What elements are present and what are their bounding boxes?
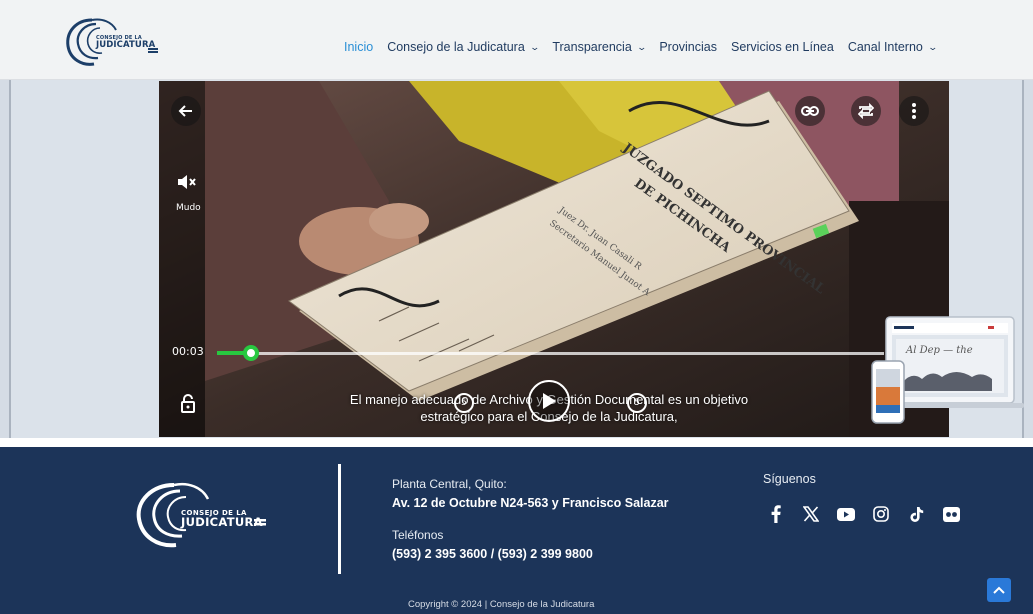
nav-item-transparencia[interactable]: Transparencia ⌄ [552,40,647,54]
play-button[interactable] [528,380,570,422]
chevron-down-icon: ⌄ [636,41,647,52]
progress-track[interactable] [217,352,884,355]
devices-promo-image[interactable]: Al Dep — the [868,313,1024,426]
youtube-icon[interactable] [837,505,855,523]
lock-icon[interactable] [173,389,203,419]
mute-icon[interactable] [171,167,201,197]
social-links [767,505,960,523]
flickr-icon[interactable] [942,505,960,523]
nav-item-inicio[interactable]: Inicio [344,40,373,54]
back-arrow-icon[interactable] [171,96,201,126]
video-left-controls-band [159,81,205,437]
video-player[interactable]: JUZGADO SEPTIMO PROVINCIAL DE PICHINCHA … [159,81,949,437]
tiktok-icon[interactable] [907,505,925,523]
main-nav: Inicio Consejo de la Judicatura ⌄ Transp… [344,40,938,54]
svg-text:Al Dep — the: Al Dep — the [905,345,973,356]
phones-label: Teléfonos [392,528,444,542]
play-icon [543,393,556,409]
more-vertical-icon[interactable] [899,96,929,126]
header-logo[interactable]: CONSEJO DE LA JUDICATURA [62,14,172,70]
skip-back-button[interactable]: 5 [454,393,474,413]
progress-thumb[interactable] [243,345,259,361]
nav-item-consejo[interactable]: Consejo de la Judicatura ⌄ [387,40,540,54]
footer-divider [338,464,341,574]
address-label: Planta Central, Quito: [392,477,507,491]
logo-line2: JUDICATURA [181,515,263,529]
nav-item-label: Canal Interno [847,40,923,54]
nav-item-label: Transparencia [552,40,632,54]
nav-item-label: Consejo de la Judicatura [387,40,525,54]
footer-logo[interactable]: CONSEJO DE LA JUDICATURA [130,477,270,552]
header-logo-text: CONSEJO DE LA JUDICATURA [96,36,155,50]
nav-item-servicios[interactable]: Servicios en Línea [731,40,834,54]
x-twitter-icon[interactable] [802,505,820,523]
scroll-to-top-button[interactable] [987,578,1011,602]
copyright: Copyright © 2024 | Consejo de la Judicat… [408,599,595,610]
address: Av. 12 de Octubre N24-563 y Francisco Sa… [392,496,669,510]
instagram-icon[interactable] [872,505,890,523]
link-icon[interactable] [795,96,825,126]
phones: (593) 2 395 3600 / (593) 2 399 9800 [392,547,593,561]
footer-logo-text: CONSEJO DE LA JUDICATURA [181,510,263,529]
site-header: CONSEJO DE LA JUDICATURA Inicio Consejo … [0,0,1033,80]
site-footer: CONSEJO DE LA JUDICATURA Planta Central,… [0,447,1033,614]
chevron-down-icon: ⌄ [927,41,938,52]
current-time: 00:03 [172,345,204,358]
facebook-icon[interactable] [767,505,785,523]
chevron-down-icon: ⌄ [529,41,540,52]
nav-item-label: Inicio [344,40,374,54]
logo-line2: JUDICATURA [96,40,156,50]
follow-label: Síguenos [763,472,816,486]
chevron-up-icon [993,586,1005,594]
nav-item-label: Provincias [659,40,717,54]
nav-item-label: Servicios en Línea [730,40,834,54]
mute-label: Mudo [176,203,201,213]
skip-forward-button[interactable]: 5 [627,393,647,413]
repeat-icon[interactable] [851,96,881,126]
nav-item-provincias[interactable]: Provincias [659,40,717,54]
nav-item-canal-interno[interactable]: Canal Interno ⌄ [847,40,938,54]
